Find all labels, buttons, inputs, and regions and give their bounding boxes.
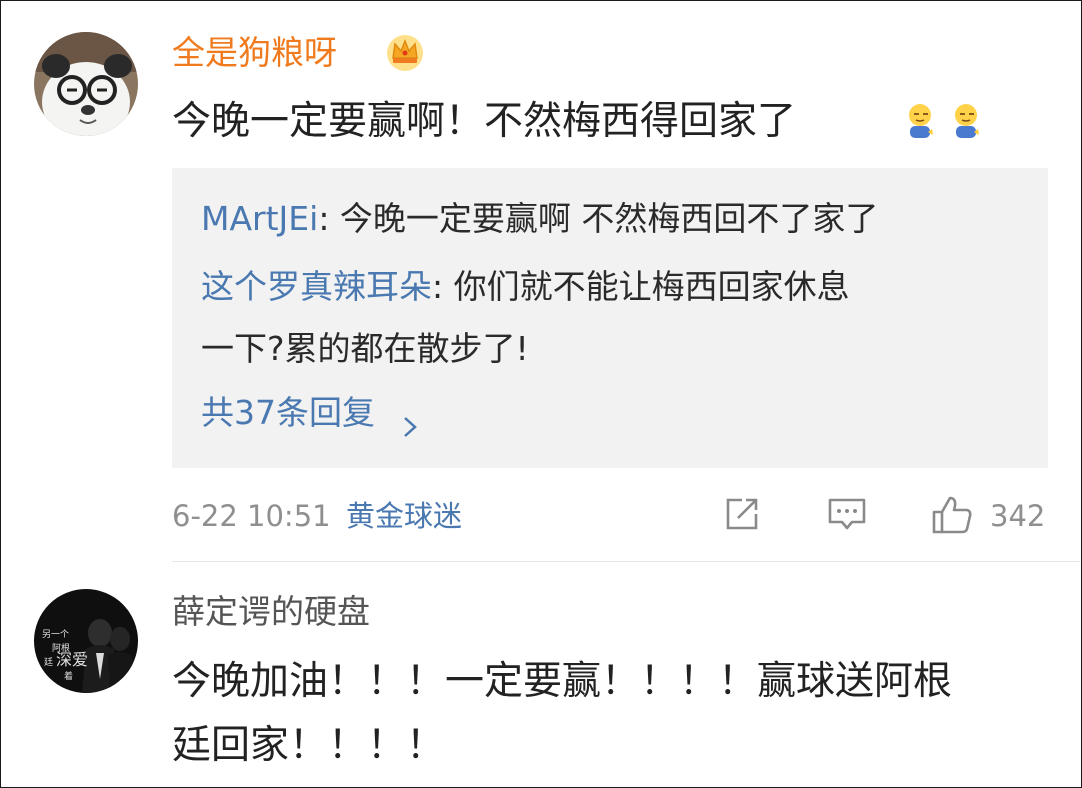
- reply-text: 今晚一定要赢啊 不然梅西回不了家了: [339, 199, 879, 238]
- comment-timestamp: 6-22 10:51: [172, 496, 331, 536]
- more-replies-link[interactable]: 共37条回复: [201, 382, 422, 444]
- username-text: 全是狗粮呀: [172, 33, 337, 72]
- comment-divider: [172, 561, 1080, 562]
- comment-username[interactable]: 全是狗粮呀: [172, 33, 337, 73]
- repost-icon[interactable]: [722, 494, 762, 534]
- svg-text:廷: 廷: [44, 656, 53, 668]
- reply-separator: :: [318, 199, 340, 238]
- reply-item[interactable]: 这个罗真辣耳朵: 你们就不能让梅西回家休息: [201, 256, 850, 318]
- timestamp-text: 6-22 10:51: [172, 499, 331, 533]
- comment-text-content: 今晚一定要赢啊！不然梅西得回家了: [172, 99, 797, 144]
- sleepy-face-emoji-icon: [902, 102, 940, 142]
- reply-text-continued: 一下?累的都在散步了!: [201, 318, 529, 380]
- comment-text-line: 廷回家！！！！: [172, 723, 446, 768]
- svg-text:着: 着: [64, 670, 73, 682]
- chevron-right-icon: [398, 400, 422, 437]
- more-replies-label: 共37条回复: [201, 393, 375, 432]
- reply-author[interactable]: 这个罗真辣耳朵: [201, 267, 432, 306]
- comment-username[interactable]: 薛定谔的硬盘: [172, 592, 370, 632]
- reply-text: 你们就不能让梅西回家休息: [453, 267, 850, 306]
- like-count-text: 342: [990, 499, 1046, 533]
- svg-text:另一个: 另一个: [42, 629, 69, 640]
- avatar[interactable]: 另一个 阿根 廷 深爱 着: [34, 589, 138, 693]
- reply-text: 一下?累的都在散步了!: [201, 329, 529, 368]
- crown-badge-icon[interactable]: [385, 32, 425, 72]
- thumbs-up-icon[interactable]: [930, 494, 974, 536]
- comment-text: 今晚一定要赢啊！不然梅西得回家了: [172, 92, 796, 152]
- username-text: 薛定谔的硬盘: [172, 592, 370, 631]
- comment-text: 廷回家！！！！: [172, 716, 445, 776]
- reply-author[interactable]: MArtJEi: [201, 199, 318, 238]
- reply-separator: :: [432, 267, 454, 306]
- comment-text-line: 今晚加油！！！一定要赢！！！！赢球送阿根: [172, 659, 953, 704]
- reply-preview-box[interactable]: MArtJEi: 今晚一定要赢啊 不然梅西回不了家了 这个罗真辣耳朵: 你们就不…: [172, 168, 1048, 468]
- avatar[interactable]: [34, 32, 138, 136]
- reply-item[interactable]: MArtJEi: 今晚一定要赢啊 不然梅西回不了家了: [201, 188, 878, 250]
- svg-text:深爱: 深爱: [56, 650, 88, 669]
- sleepy-face-emoji-icon: [948, 102, 986, 142]
- comment-icon[interactable]: [826, 494, 868, 534]
- fan-label[interactable]: 黄金球迷: [346, 496, 462, 536]
- like-count: 342: [990, 496, 1045, 536]
- fan-label-text: 黄金球迷: [346, 499, 463, 533]
- comment-text: 今晚加油！！！一定要赢！！！！赢球送阿根: [172, 652, 952, 712]
